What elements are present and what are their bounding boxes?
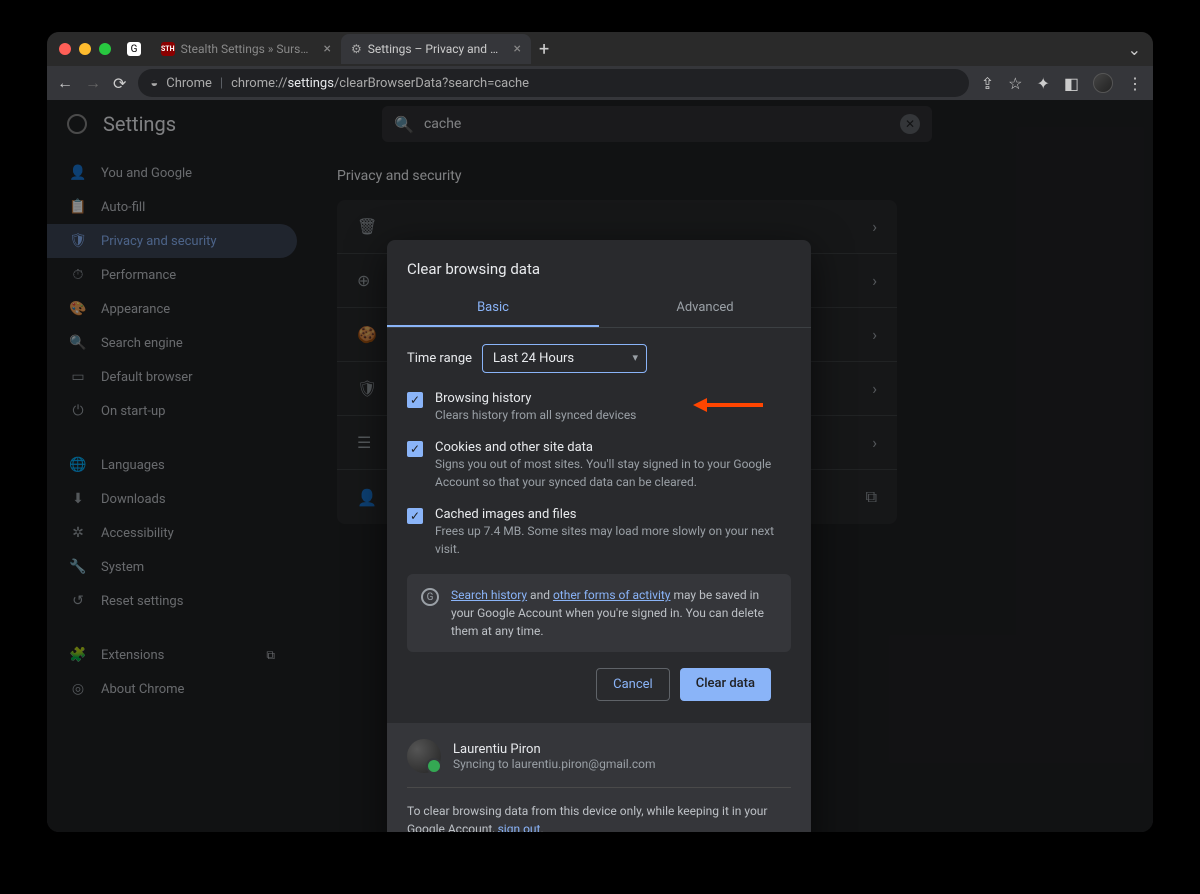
sidepanel-icon[interactable]: ◧ bbox=[1064, 74, 1079, 93]
back-button[interactable]: ← bbox=[57, 73, 73, 93]
close-tab-icon[interactable]: × bbox=[514, 41, 521, 57]
checkbox-icon[interactable]: ✓ bbox=[407, 392, 423, 408]
dialog-title: Clear browsing data bbox=[387, 240, 811, 290]
option-subtitle: Clears history from all synced devices bbox=[435, 406, 636, 424]
option-title: Cookies and other site data bbox=[435, 440, 791, 455]
clear-data-button[interactable]: Clear data bbox=[680, 668, 771, 701]
tab-settings-privacy[interactable]: ⚙ Settings – Privacy and security × bbox=[341, 34, 531, 64]
dialog-user-section: Laurentiu Piron Syncing to laurentiu.pir… bbox=[387, 723, 811, 832]
sign-out-link[interactable]: sign out bbox=[498, 822, 541, 832]
browser-toolbar: ← → ⟳ ◒ Chrome | chrome://settings/clear… bbox=[47, 66, 1153, 100]
titlebar: G STH Stealth Settings » Sursa de tut × … bbox=[47, 32, 1153, 66]
option-cookies[interactable]: ✓ Cookies and other site dataSigns you o… bbox=[407, 440, 791, 491]
time-range-value: Last 24 Hours bbox=[493, 351, 574, 366]
option-subtitle: Frees up 7.4 MB. Some sites may load mor… bbox=[435, 522, 791, 558]
settings-page: Settings 🔍 ✕ 👤You and Google 📋Auto-fill … bbox=[47, 100, 1153, 832]
tab-advanced[interactable]: Advanced bbox=[599, 290, 811, 327]
option-browsing-history[interactable]: ✓ Browsing historyClears history from al… bbox=[407, 391, 791, 424]
new-tab-button[interactable]: + bbox=[539, 39, 549, 60]
maximize-window-button[interactable] bbox=[99, 43, 111, 55]
option-title: Browsing history bbox=[435, 391, 636, 406]
extensions-icon[interactable]: ✦ bbox=[1036, 74, 1049, 93]
time-range-label: Time range bbox=[407, 351, 472, 366]
gear-icon: ⚙ bbox=[351, 42, 362, 56]
checkbox-icon[interactable]: ✓ bbox=[407, 441, 423, 457]
site-info-icon[interactable]: ◒ bbox=[150, 75, 158, 91]
checkbox-icon[interactable]: ✓ bbox=[407, 508, 423, 524]
share-icon[interactable]: ⇪ bbox=[981, 74, 994, 93]
reload-button[interactable]: ⟳ bbox=[113, 74, 126, 93]
other-activity-link[interactable]: other forms of activity bbox=[553, 588, 671, 602]
clear-browsing-data-dialog: Clear browsing data Basic Advanced Time … bbox=[387, 240, 811, 832]
tab-strip: G STH Stealth Settings » Sursa de tut × … bbox=[127, 34, 1141, 64]
option-cached[interactable]: ✓ Cached images and filesFrees up 7.4 MB… bbox=[407, 507, 791, 558]
browser-window: G STH Stealth Settings » Sursa de tut × … bbox=[47, 32, 1153, 832]
time-range-select[interactable]: Last 24 Hours bbox=[482, 344, 647, 373]
user-sync-status: Syncing to laurentiu.piron@gmail.com bbox=[453, 757, 656, 771]
tab-title: Settings – Privacy and security bbox=[368, 42, 504, 56]
info-text: Search history and other forms of activi… bbox=[451, 586, 777, 640]
search-history-link[interactable]: Search history bbox=[451, 588, 527, 602]
close-tab-icon[interactable]: × bbox=[324, 41, 331, 57]
google-info-box: G Search history and other forms of acti… bbox=[407, 574, 791, 652]
user-name: Laurentiu Piron bbox=[453, 742, 656, 757]
tabs-overflow-icon[interactable]: ⌄ bbox=[1128, 40, 1141, 59]
minimize-window-button[interactable] bbox=[79, 43, 91, 55]
option-title: Cached images and files bbox=[435, 507, 791, 522]
tab-stealth-settings[interactable]: STH Stealth Settings » Sursa de tut × bbox=[151, 34, 341, 64]
signout-note: To clear browsing data from this device … bbox=[407, 802, 791, 832]
close-window-button[interactable] bbox=[59, 43, 71, 55]
url-text: chrome://settings/clearBrowserData?searc… bbox=[231, 76, 529, 91]
menu-icon[interactable]: ⋮ bbox=[1127, 74, 1143, 93]
bookmark-icon[interactable]: ☆ bbox=[1008, 74, 1022, 93]
pinned-tab-icon[interactable]: G bbox=[127, 42, 141, 56]
tab-basic[interactable]: Basic bbox=[387, 290, 599, 327]
window-controls bbox=[59, 43, 111, 55]
profile-avatar[interactable] bbox=[1093, 73, 1113, 93]
favicon-icon: STH bbox=[161, 42, 175, 56]
toolbar-actions: ⇪ ☆ ✦ ◧ ⋮ bbox=[981, 73, 1143, 93]
forward-button[interactable]: → bbox=[85, 73, 101, 93]
dialog-tabs: Basic Advanced bbox=[387, 290, 811, 328]
user-avatar bbox=[407, 739, 441, 773]
address-bar[interactable]: ◒ Chrome | chrome://settings/clearBrowse… bbox=[138, 69, 968, 97]
option-subtitle: Signs you out of most sites. You'll stay… bbox=[435, 455, 791, 491]
google-icon: G bbox=[421, 588, 439, 606]
cancel-button[interactable]: Cancel bbox=[596, 668, 670, 701]
tab-title: Stealth Settings » Sursa de tut bbox=[181, 42, 314, 56]
url-prefix: Chrome bbox=[166, 76, 212, 91]
